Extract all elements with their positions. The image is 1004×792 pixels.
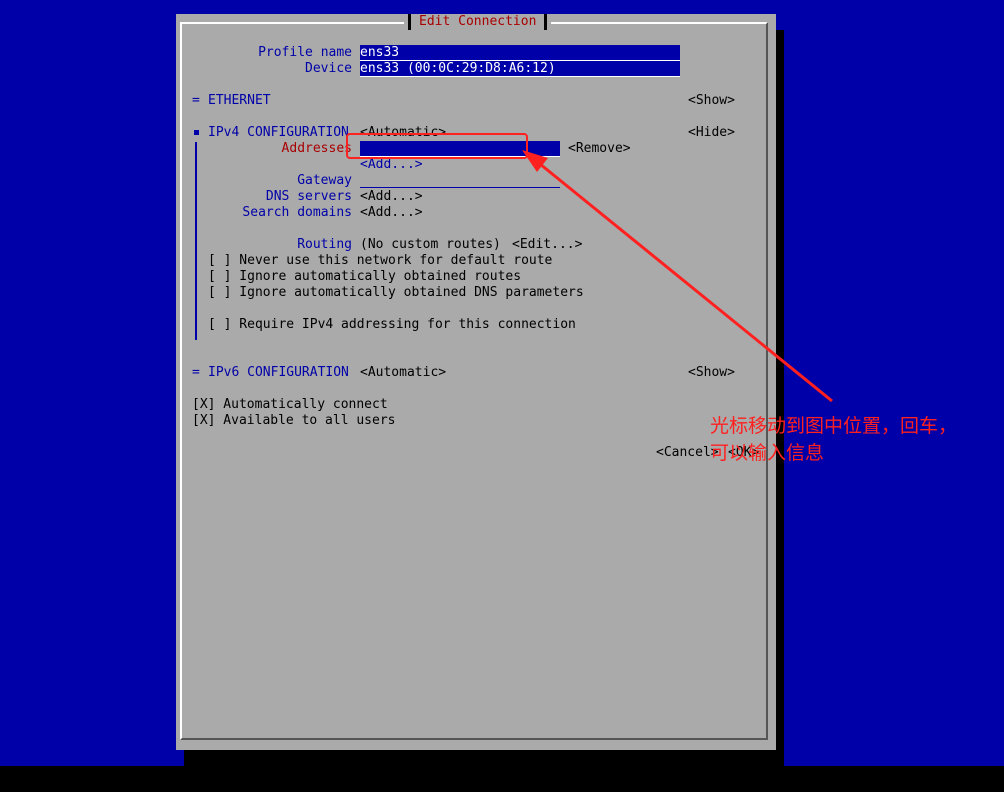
- annotation-text-line2: 可以输入信息: [710, 442, 825, 464]
- annotation-highlight-box: [346, 133, 528, 159]
- annotation-text-line1: 光标移动到图中位置，回车，: [710, 415, 958, 437]
- annotation-arrow-line: [539, 162, 833, 403]
- annotation-overlay: [346, 133, 833, 403]
